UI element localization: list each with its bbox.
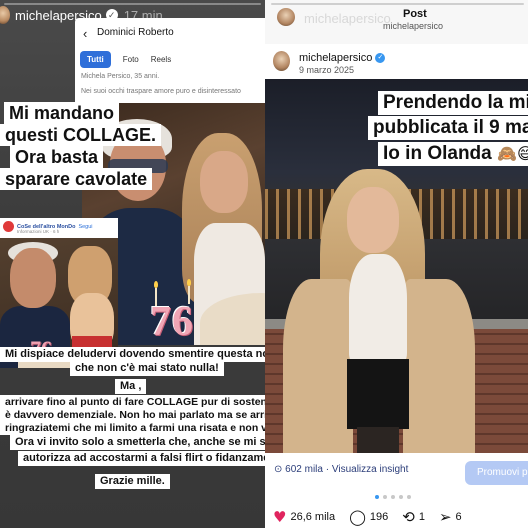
post-header: michelapersico Post michelapersico xyxy=(265,0,528,44)
profile-screenshot: ‹ Dominici Roberto Tutti Foto Reels Mich… xyxy=(75,18,265,108)
insights-icon: ⊙ xyxy=(274,464,286,475)
post-subtitle: michelapersico xyxy=(383,21,444,31)
insights-row: ⊙ 602 mila · Visualizza insight Promuovi… xyxy=(265,453,528,489)
post-author-row: michelapersico ✓ 9 marzo 2025 xyxy=(265,46,528,78)
comment-icon: ◯ xyxy=(349,507,366,526)
statement-line-8: autorizza ad accostarmi a falsi flirt o … xyxy=(18,451,265,466)
verified-icon: ✓ xyxy=(375,53,386,64)
coat-right xyxy=(403,279,475,453)
view-insights-link[interactable]: ⊙ 602 mila · Visualizza insight xyxy=(274,464,408,475)
cake-number-76: 76 xyxy=(150,299,194,345)
statement-line-9: Grazie mille. xyxy=(95,474,170,489)
repost-icon: ⟲ xyxy=(402,507,415,526)
comment-button[interactable]: ◯ 196 xyxy=(349,508,388,526)
headline-line-2: questi COLLAGE. xyxy=(0,124,162,146)
profile-line-1: Michela Persico, 35 anni. xyxy=(81,73,160,80)
repost-card: CoSe dell'altro MonDo Segui Informazioni… xyxy=(0,218,118,368)
coat-left xyxy=(283,279,353,453)
tab-tutti: Tutti xyxy=(80,51,111,68)
white-top xyxy=(349,254,407,364)
author-name[interactable]: michelapersico xyxy=(299,52,372,64)
repost-follow: Segui xyxy=(78,223,93,230)
story-username[interactable]: michelapersico xyxy=(304,11,391,26)
caption-line-1: Prendendo la mia foto xyxy=(378,91,528,115)
monkey-sweat-emoji-icon: 🙈😅 xyxy=(497,144,528,163)
promote-post-button[interactable]: Promuovi post xyxy=(465,461,528,485)
caption-line-3: Io in Olanda xyxy=(383,143,492,164)
carousel-dots xyxy=(375,495,411,499)
carousel-dot xyxy=(399,495,403,499)
author-avatar[interactable] xyxy=(273,51,290,71)
candle-flame xyxy=(187,279,191,286)
statement-line-5: è davvero demenziale. Non ho mai parlato… xyxy=(0,408,265,422)
woman-face xyxy=(347,187,399,253)
headline-line-1: Mi mandano xyxy=(4,102,120,124)
comment-count: 196 xyxy=(369,510,389,523)
screenshot-stage: michelapersico ✓ 17 min ‹ Dominici Rober… xyxy=(0,0,528,528)
repost-count: 1 xyxy=(418,510,425,523)
post-title: Post xyxy=(403,8,427,20)
carousel-dot xyxy=(407,495,411,499)
caption-line-2: pubblicata il 9 marzo 2025 xyxy=(368,116,528,140)
share-icon: ➢ xyxy=(438,507,452,526)
candle-flame xyxy=(154,281,158,288)
profile-title: Dominici Roberto xyxy=(97,27,174,38)
statement-line-1: Mi dispiace deludervi dovendo smentire q… xyxy=(0,347,265,362)
share-count: 6 xyxy=(455,510,462,523)
post-panel: michelapersico Post michelapersico miche… xyxy=(265,0,528,528)
tab-foto: Foto xyxy=(122,55,139,64)
heart-icon: ♥ xyxy=(273,507,287,526)
repost-button[interactable]: ⟲ 1 xyxy=(402,508,425,526)
profile-tabs: Tutti Foto Reels xyxy=(80,51,171,68)
post-actions: ♥ 26,6 mila ◯ 196 ⟲ 1 ➢ 6 xyxy=(265,505,528,528)
author-name-wrap[interactable]: michelapersico ✓ xyxy=(299,52,386,64)
black-skirt xyxy=(347,359,409,429)
headline-line-4: sparare cavolate xyxy=(0,168,153,190)
story-avatar[interactable] xyxy=(0,6,10,24)
story-avatar[interactable] xyxy=(277,8,295,26)
story-progress-bar xyxy=(271,3,524,5)
statement-line-7: Ora vi invito solo a smetterla che, anch… xyxy=(10,435,265,450)
statement-line-4: arrivare fino al punto di fare COLLAGE p… xyxy=(0,395,265,409)
legs xyxy=(357,427,399,453)
caption-line-3-wrap: Io in Olanda 🙈😅 xyxy=(378,142,528,166)
carousel-dot xyxy=(375,495,379,499)
repost-subtitle: Informazioni UK · 6 h xyxy=(17,229,60,234)
repost-avatar xyxy=(3,221,14,232)
back-arrow-icon: ‹ xyxy=(83,26,88,41)
profile-line-2: Nei suoi occhi traspare amore puro e dis… xyxy=(81,88,241,95)
statement-line-6: ringraziatemi che mi limito a farmi una … xyxy=(0,421,265,435)
statement-line-3: Ma , xyxy=(115,379,147,394)
like-button[interactable]: ♥ 26,6 mila xyxy=(273,508,335,526)
tab-reels: Reels xyxy=(150,55,172,64)
left-story: michelapersico ✓ 17 min ‹ Dominici Rober… xyxy=(0,0,265,528)
man-face xyxy=(10,248,56,308)
like-count: 26,6 mila xyxy=(290,510,336,523)
share-button[interactable]: ➢ 6 xyxy=(439,508,462,526)
woman-face xyxy=(200,151,248,213)
headline-line-3: Ora basta xyxy=(10,146,104,168)
carousel-dot xyxy=(391,495,395,499)
post-date: 9 marzo 2025 xyxy=(299,65,355,75)
insights-label[interactable]: 602 mila · Visualizza insight xyxy=(285,464,408,475)
carousel-dot xyxy=(383,495,387,499)
statement-line-2: che non c'è mai stato nulla! xyxy=(70,361,224,376)
